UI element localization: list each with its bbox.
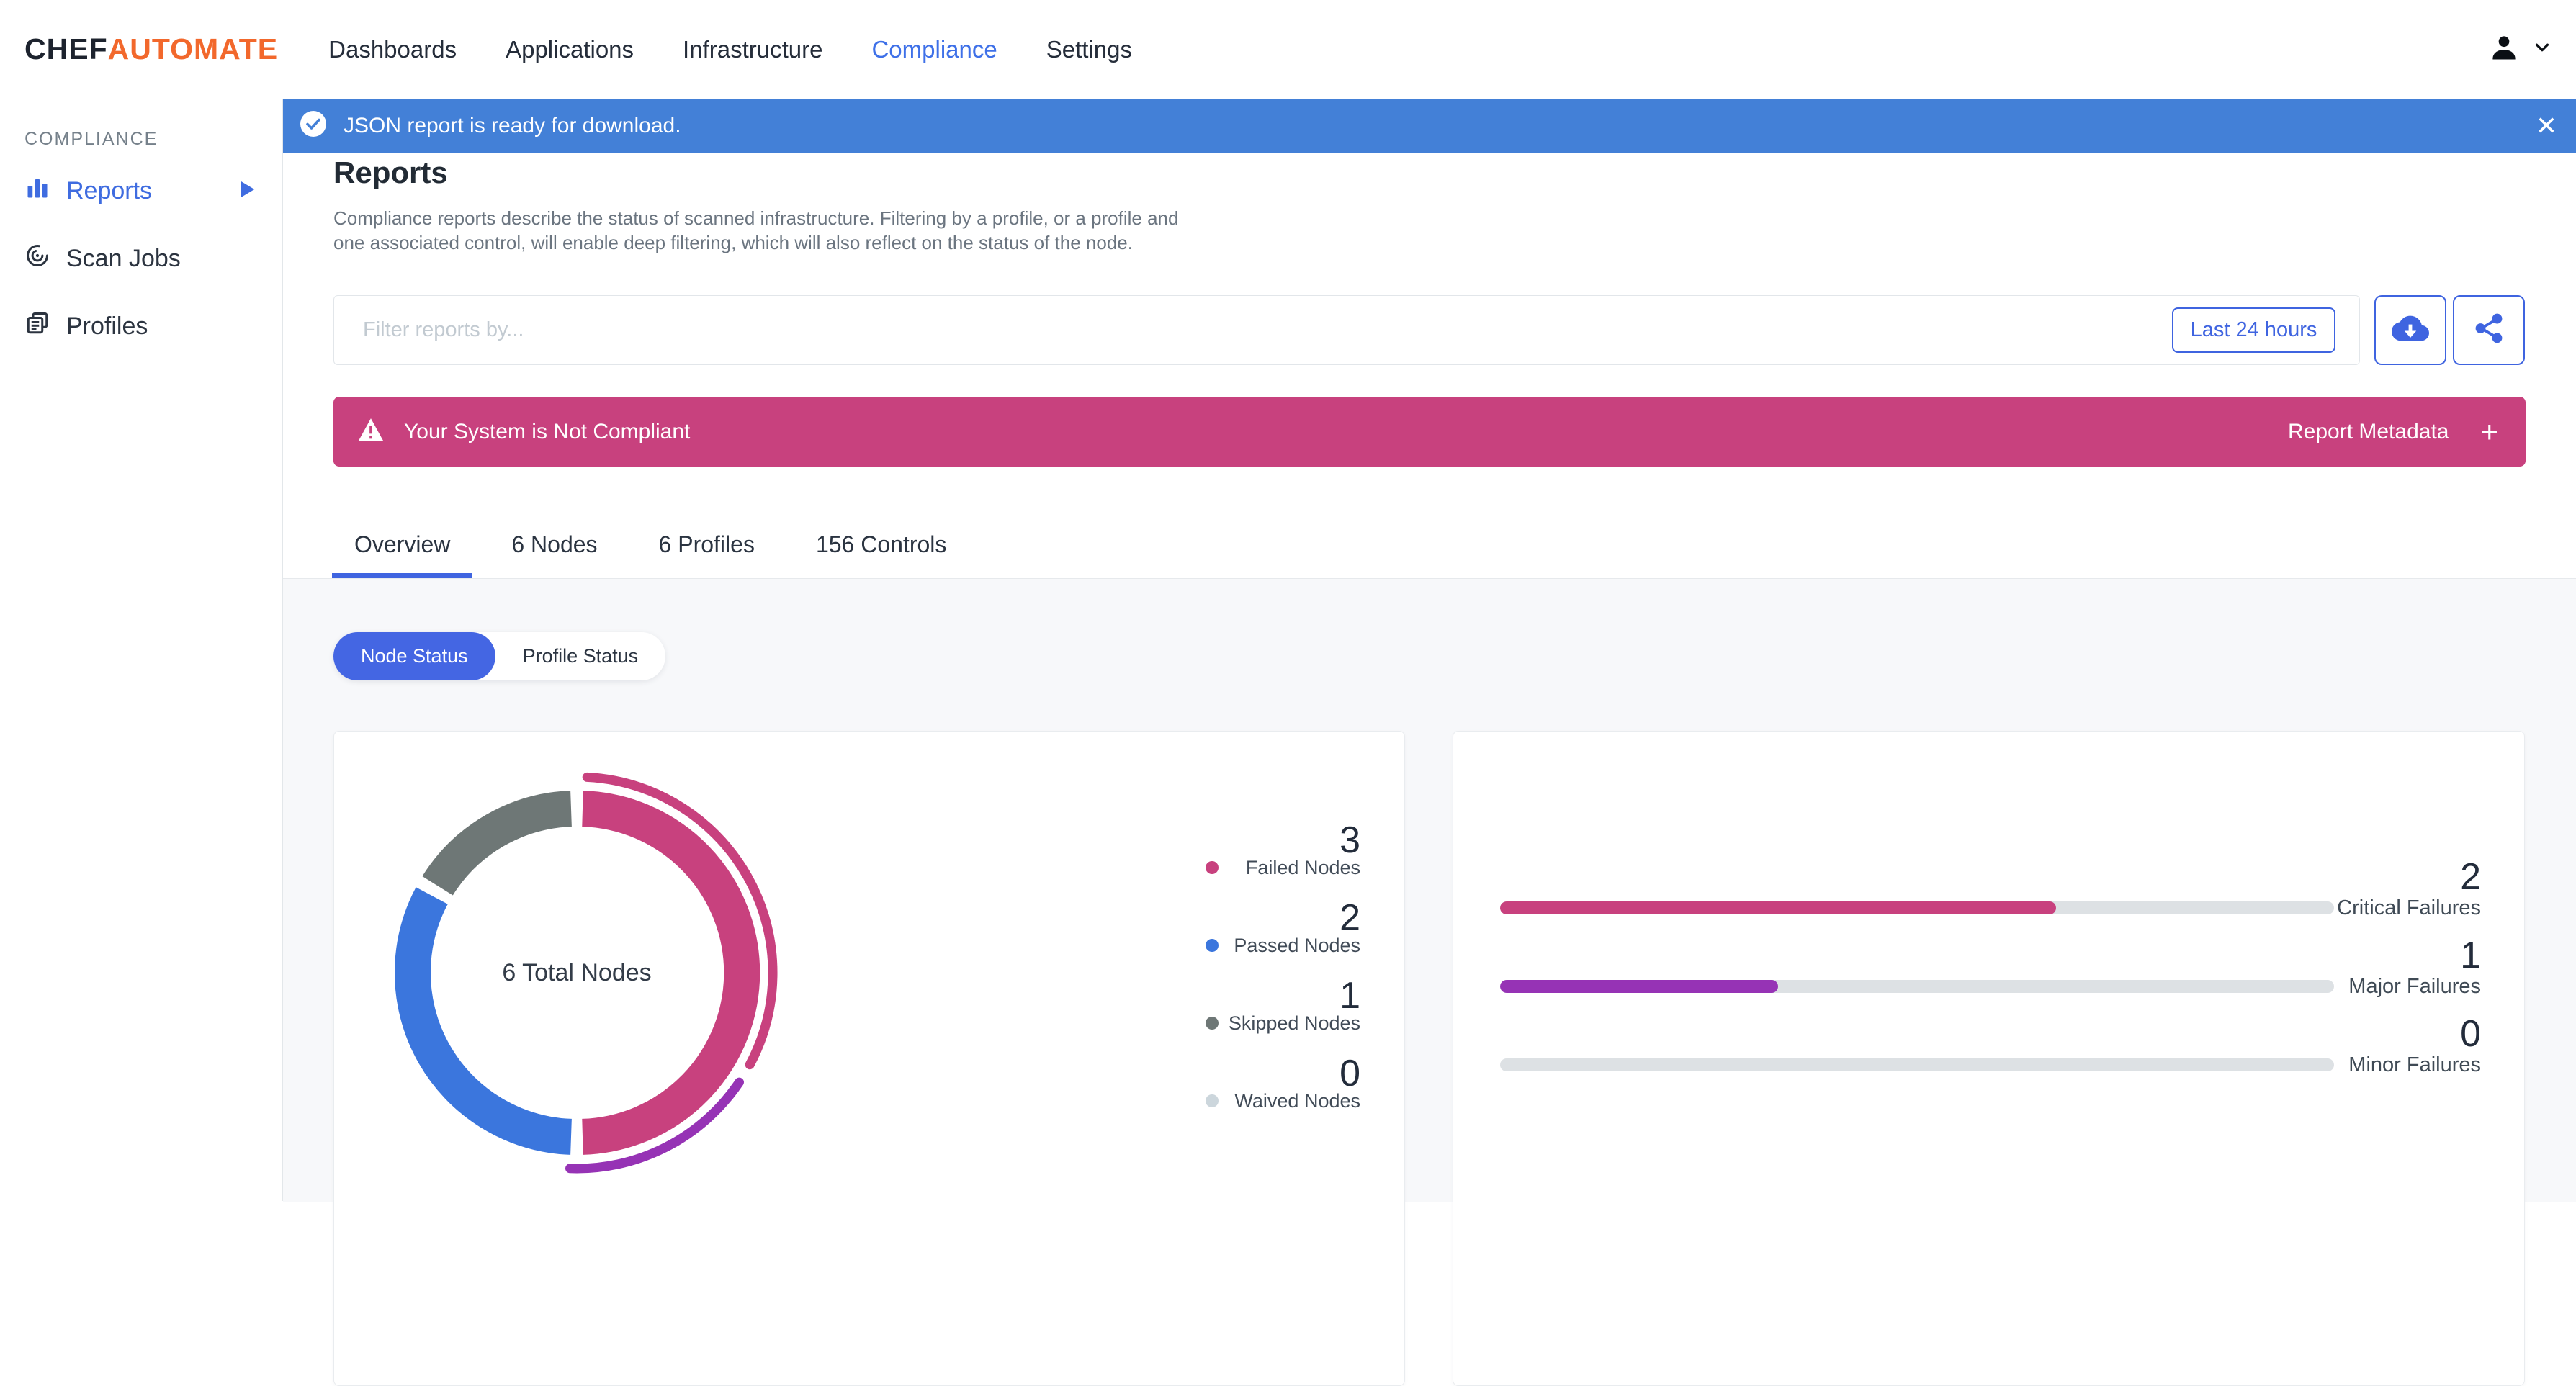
page-description-line: one associated control, will enable deep… [333, 232, 1133, 253]
critical-failures-bar [1500, 901, 2334, 914]
download-report-button[interactable] [2374, 295, 2446, 365]
report-tabs: Overview 6 Nodes 6 Profiles 156 Controls [332, 511, 969, 578]
legend-value: 1 [1339, 975, 1360, 1017]
severity-value: 0 [2460, 1013, 2481, 1055]
sidebar-item-label: Reports [66, 176, 153, 204]
failed-dot-icon [1206, 861, 1219, 874]
share-icon [2472, 312, 2505, 348]
filter-reports-input[interactable] [333, 295, 2360, 365]
severity-value: 1 [2460, 935, 2481, 976]
node-status-card: 6 Total Nodes 3 Failed Nodes 2 Passed No… [333, 731, 1405, 1386]
passed-dot-icon [1206, 939, 1219, 952]
legend-value: 2 [1339, 897, 1360, 939]
legend-group-passed: 2 Passed Nodes [1188, 897, 1360, 958]
main-nav: Dashboards Applications Infrastructure C… [328, 36, 1132, 63]
page-title: Reports [333, 156, 448, 190]
notification-banner: JSON report is ready for download. ✕ [283, 99, 2576, 153]
severity-value: 2 [2460, 856, 2481, 898]
chef-automate-logo[interactable]: CHEF AUTOMATE [24, 32, 278, 66]
documents-icon [24, 310, 50, 343]
user-icon [2488, 32, 2520, 67]
cloud-download-icon [2392, 310, 2429, 351]
severity-label: Major Failures [2348, 975, 2481, 998]
skipped-dot-icon [1206, 1017, 1219, 1030]
share-report-button[interactable] [2453, 295, 2525, 365]
warning-triangle-icon [356, 415, 385, 448]
major-failures-bar [1500, 980, 2334, 993]
tab-overview[interactable]: Overview [332, 511, 473, 578]
legend-value: 0 [1339, 1053, 1360, 1094]
sidebar-item-label: Scan Jobs [66, 244, 181, 272]
waived-dot-icon [1206, 1094, 1219, 1107]
top-nav: CHEF AUTOMATE Dashboards Applications In… [0, 0, 2576, 99]
scan-target-icon [24, 243, 50, 275]
nav-dashboards[interactable]: Dashboards [328, 36, 457, 63]
sidebar-item-label: Profiles [66, 312, 148, 340]
legend-group-waived: 0 Waived Nodes [1188, 1053, 1360, 1113]
sidebar-section-title: COMPLIANCE [24, 129, 158, 149]
expand-arrow-icon [239, 177, 256, 205]
notification-message: JSON report is ready for download. [344, 113, 681, 138]
failure-severity-card: 2 Critical Failures 1 Major Failures 0 M… [1453, 731, 2525, 1386]
severity-bar-fill-1 [1500, 980, 1778, 993]
legend-group-failed: 3 Failed Nodes [1188, 822, 1360, 880]
legend-label: Skipped Nodes [1228, 1012, 1360, 1034]
nav-infrastructure[interactable]: Infrastructure [683, 36, 822, 63]
profile-status-pill[interactable]: Profile Status [495, 632, 666, 680]
sidebar: COMPLIANCE Reports Scan Jobs Profiles [0, 99, 283, 1201]
nav-compliance[interactable]: Compliance [871, 36, 997, 63]
nav-settings[interactable]: Settings [1046, 36, 1132, 63]
minor-failures-bar [1500, 1058, 2334, 1071]
severity-label: Critical Failures [2337, 896, 2481, 919]
time-range-button[interactable]: Last 24 hours [2172, 307, 2335, 353]
report-metadata-label: Report Metadata [2288, 419, 2449, 444]
status-toggle: Node Status Profile Status [333, 632, 666, 680]
compliance-status-banner: Your System is Not Compliant Report Meta… [333, 397, 2526, 467]
legend-label: Waived Nodes [1234, 1090, 1360, 1112]
page-description: Compliance reports describe the status o… [333, 206, 1178, 255]
logo-chef: CHEF [24, 32, 108, 66]
compliance-status-message: Your System is Not Compliant [404, 419, 691, 444]
sidebar-item-scan-jobs[interactable]: Scan Jobs [0, 232, 282, 285]
user-menu-button[interactable] [2488, 0, 2553, 99]
legend-group-skipped: 1 Skipped Nodes [1188, 975, 1360, 1035]
sidebar-item-profiles[interactable]: Profiles [0, 300, 282, 353]
report-metadata-toggle[interactable]: Report Metadata + [2288, 414, 2498, 449]
node-status-donut-svg [395, 772, 778, 1174]
logo-automate: AUTOMATE [107, 32, 279, 66]
legend-label: Passed Nodes [1234, 935, 1360, 956]
bar-chart-icon [24, 175, 50, 207]
plus-icon: + [2480, 414, 2498, 449]
node-status-pill[interactable]: Node Status [333, 632, 495, 680]
legend-value: 3 [1339, 819, 1360, 861]
chevron-down-icon [2531, 37, 2553, 62]
check-circle-icon [299, 109, 328, 142]
sidebar-item-reports[interactable]: Reports [0, 164, 282, 217]
severity-bar-fill-0 [1500, 901, 2056, 914]
node-status-legend: 3 Failed Nodes 2 Passed Nodes 1 Skipped … [1188, 822, 1360, 1113]
tab-profiles[interactable]: 6 Profiles [637, 511, 777, 578]
close-icon[interactable]: ✕ [2536, 112, 2557, 139]
severity-label: Minor Failures [2348, 1053, 2481, 1076]
node-status-donut: 6 Total Nodes [361, 757, 793, 1189]
page-description-line: Compliance reports describe the status o… [333, 207, 1179, 229]
tab-nodes[interactable]: 6 Nodes [489, 511, 619, 578]
nav-applications[interactable]: Applications [506, 36, 634, 63]
tab-controls[interactable]: 156 Controls [794, 511, 969, 578]
legend-label: Failed Nodes [1245, 857, 1360, 878]
